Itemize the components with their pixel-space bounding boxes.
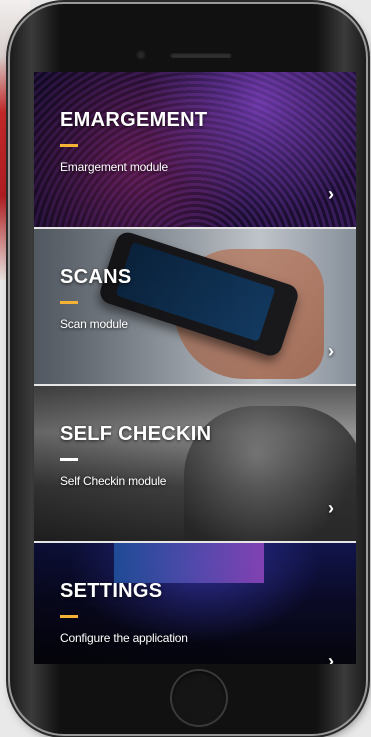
- module-title: SCANS: [60, 266, 132, 288]
- chevron-right-icon: ›: [328, 651, 334, 664]
- card-overlay: [34, 386, 356, 541]
- module-title: SELF CHECKIN: [60, 423, 212, 445]
- module-card-settings[interactable]: SETTINGS Configure the application ›: [34, 543, 356, 664]
- speaker-grille: [170, 52, 232, 58]
- accent-bar: [60, 301, 78, 304]
- card-overlay: [34, 229, 356, 384]
- module-subtitle: Emargement module: [60, 160, 168, 174]
- app-screen: EMARGEMENT Emargement module › SCANS Sca…: [34, 72, 356, 664]
- module-title: SETTINGS: [60, 580, 163, 602]
- accent-bar: [60, 144, 78, 147]
- card-overlay: [34, 72, 356, 227]
- accent-bar: [60, 615, 78, 618]
- card-overlay: [34, 543, 356, 664]
- home-button[interactable]: [170, 669, 228, 727]
- camera-icon: [136, 50, 146, 60]
- module-subtitle: Configure the application: [60, 631, 188, 645]
- module-subtitle: Scan module: [60, 317, 128, 331]
- chevron-right-icon: ›: [328, 184, 334, 204]
- module-card-scans[interactable]: SCANS Scan module ›: [34, 229, 356, 384]
- module-subtitle: Self Checkin module: [60, 474, 167, 488]
- chevron-right-icon: ›: [328, 341, 334, 361]
- module-card-emargement[interactable]: EMARGEMENT Emargement module ›: [34, 72, 356, 227]
- module-card-self-checkin[interactable]: SELF CHECKIN Self Checkin module ›: [34, 386, 356, 541]
- chevron-right-icon: ›: [328, 498, 334, 518]
- module-title: EMARGEMENT: [60, 109, 208, 131]
- accent-bar: [60, 458, 78, 461]
